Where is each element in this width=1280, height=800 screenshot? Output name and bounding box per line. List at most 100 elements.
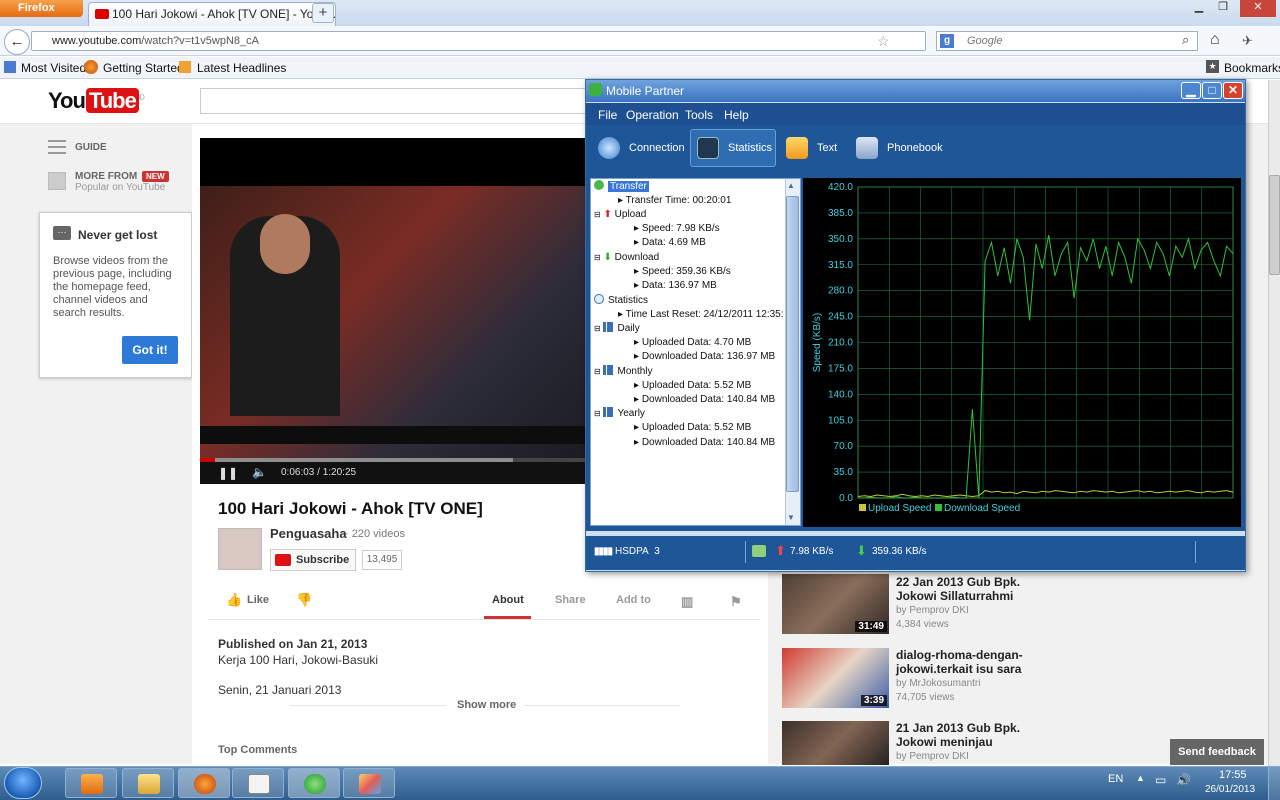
- collapse-icon[interactable]: ⊟: [594, 367, 601, 376]
- tray-expand-icon[interactable]: ▲: [1136, 773, 1145, 783]
- suggestion-channel: by MrJokosumantri: [896, 678, 981, 689]
- google-engine-icon[interactable]: g: [940, 34, 954, 48]
- tree-node-daily[interactable]: ⊟ Daily: [594, 322, 640, 336]
- tab-about[interactable]: About: [492, 594, 524, 606]
- menu-file[interactable]: File: [598, 108, 617, 122]
- flag-icon[interactable]: ⚑: [730, 594, 742, 610]
- taskbar-paint[interactable]: [343, 768, 395, 798]
- mp-close-icon[interactable]: ✕: [1223, 82, 1243, 99]
- tree-scrollbar-thumb[interactable]: [786, 196, 799, 492]
- like-button[interactable]: Like: [247, 594, 269, 606]
- menu-help[interactable]: Help: [724, 108, 749, 122]
- tree-node-statistics[interactable]: Statistics: [594, 294, 648, 308]
- search-magnifier-icon[interactable]: ⌕: [1182, 32, 1189, 48]
- collapse-icon[interactable]: ⊟: [594, 253, 601, 262]
- guide-icon-line: [48, 146, 66, 148]
- mp-maximize-icon[interactable]: □: [1202, 82, 1222, 99]
- stats-icon[interactable]: ▥: [681, 594, 693, 610]
- tree-leaf: ▸ Downloaded Data: 140.84 MB: [634, 437, 776, 448]
- suggestion-title[interactable]: 22 Jan 2013 Gub Bpk. Jokowi Sillaturrahm…: [896, 575, 1036, 603]
- collapse-icon[interactable]: ⊟: [594, 210, 601, 219]
- show-desktop-button[interactable]: [1268, 767, 1280, 800]
- youtube-logo[interactable]: You Tube ID: [48, 88, 145, 114]
- tree-node-upload[interactable]: ⊟ ⬆ Upload: [594, 208, 646, 222]
- suggestion-thumbnail[interactable]: 31:49: [782, 574, 889, 634]
- clock-time[interactable]: 17:55: [1219, 769, 1247, 781]
- bookmark-most-visited[interactable]: Most Visited: [21, 61, 86, 75]
- suggestion-thumbnail[interactable]: 3:39: [782, 648, 889, 708]
- menu-operation[interactable]: Operation: [626, 108, 679, 122]
- tab-share[interactable]: Share: [555, 594, 586, 606]
- taskbar-notepad[interactable]: [232, 768, 284, 798]
- network-tray-icon[interactable]: ▭: [1155, 773, 1166, 787]
- addon-icon[interactable]: ✈: [1242, 33, 1253, 49]
- toolbar-text[interactable]: Text: [786, 131, 837, 165]
- taskbar-media-player[interactable]: [65, 768, 117, 798]
- guide-icon[interactable]: [48, 140, 66, 142]
- bar-chart-icon: [603, 322, 614, 332]
- toolbar-statistics[interactable]: Statistics: [697, 131, 772, 165]
- collapse-icon[interactable]: ⊟: [594, 324, 601, 333]
- menu-tools[interactable]: Tools: [685, 108, 713, 122]
- scroll-up-icon[interactable]: ▲: [787, 181, 795, 190]
- suggestion-title[interactable]: dialog-rhoma-dengan-jokowi.terkait isu s…: [896, 648, 1036, 676]
- guide-label[interactable]: GUIDE: [75, 142, 107, 153]
- toolbar-phonebook[interactable]: Phonebook: [856, 131, 943, 165]
- published-date: Published on Jan 21, 2013: [218, 637, 368, 651]
- y-tick-label: 315.0: [828, 260, 853, 271]
- search-bar[interactable]: Google: [936, 31, 1198, 51]
- new-tab-button[interactable]: +: [312, 3, 334, 23]
- bookmark-latest-headlines[interactable]: Latest Headlines: [197, 61, 286, 75]
- tree-node-transfer[interactable]: Transfer: [594, 180, 649, 194]
- youtube-search-input[interactable]: [200, 88, 586, 114]
- language-indicator[interactable]: EN: [1108, 773, 1123, 785]
- top-comments-heading: Top Comments: [218, 744, 298, 756]
- channel-avatar[interactable]: [218, 528, 262, 570]
- bookmarks-menu[interactable]: Bookmarks: [1224, 61, 1280, 75]
- divider: [208, 619, 760, 620]
- tree-node-monthly[interactable]: ⊟ Monthly: [594, 365, 653, 379]
- collapse-icon[interactable]: ⊟: [594, 409, 601, 418]
- send-feedback-button[interactable]: Send feedback: [1170, 739, 1264, 765]
- bookmark-star-icon[interactable]: ☆: [877, 33, 890, 50]
- y-tick-label: 35.0: [834, 467, 854, 478]
- url-bar[interactable]: www.youtube.com/watch?v=t1v5wpN8_cA: [31, 31, 926, 51]
- got-it-button[interactable]: Got it!: [122, 336, 178, 364]
- show-more-button[interactable]: Show more: [457, 699, 516, 711]
- maximize-icon[interactable]: ❐: [1210, 0, 1236, 17]
- more-from-label[interactable]: MORE FROM: [75, 171, 137, 182]
- tree-node-download[interactable]: ⊟ ⬇ Download: [594, 251, 659, 265]
- like-icon[interactable]: 👍: [226, 592, 242, 608]
- bookmark-getting-started[interactable]: Getting Started: [103, 61, 184, 75]
- volume-tray-icon[interactable]: 🔊: [1176, 773, 1191, 787]
- video-frame[interactable]: [200, 186, 586, 458]
- dislike-icon[interactable]: 👎: [296, 592, 312, 608]
- phonebook-label: Phonebook: [887, 142, 943, 154]
- tree-node-yearly[interactable]: ⊟ Yearly: [594, 407, 645, 421]
- taskbar-firefox[interactable]: [178, 768, 230, 798]
- start-button[interactable]: [4, 767, 42, 799]
- taskbar-mobile-partner[interactable]: [288, 768, 340, 798]
- home-icon[interactable]: ⌂: [1210, 31, 1220, 49]
- scroll-down-icon[interactable]: ▼: [787, 513, 795, 522]
- browser-tab[interactable]: 100 Hari Jokowi - Ahok [TV ONE] - YouT..…: [88, 2, 336, 26]
- subscribe-button[interactable]: Subscribe: [270, 549, 356, 571]
- mp-minimize-icon[interactable]: ▁: [1181, 82, 1201, 99]
- page-scrollbar-thumb[interactable]: [1269, 175, 1280, 275]
- minimize-icon[interactable]: ▁: [1186, 0, 1212, 17]
- taskbar-explorer[interactable]: [122, 768, 174, 798]
- firefox-menu-button[interactable]: Firefox: [0, 0, 83, 17]
- volume-icon[interactable]: 🔈: [252, 465, 267, 479]
- pause-icon[interactable]: ❚❚: [218, 466, 238, 480]
- y-tick-label: 385.0: [828, 208, 853, 219]
- suggestion-thumbnail[interactable]: [782, 721, 889, 765]
- suggestion-title[interactable]: 21 Jan 2013 Gub Bpk. Jokowi meninjau: [896, 721, 1036, 749]
- toolbar-connection[interactable]: Connection: [598, 131, 685, 165]
- tab-title: 100 Hari Jokowi - Ahok [TV ONE] - YouT..…: [112, 7, 336, 21]
- clock-date[interactable]: 26/01/2013: [1205, 784, 1255, 795]
- close-window-icon[interactable]: ✕: [1240, 0, 1276, 17]
- status-separator: [745, 541, 746, 563]
- channel-name[interactable]: Penguasaha: [270, 526, 347, 541]
- tab-add-to[interactable]: Add to: [616, 594, 651, 606]
- back-button[interactable]: ←: [4, 29, 30, 55]
